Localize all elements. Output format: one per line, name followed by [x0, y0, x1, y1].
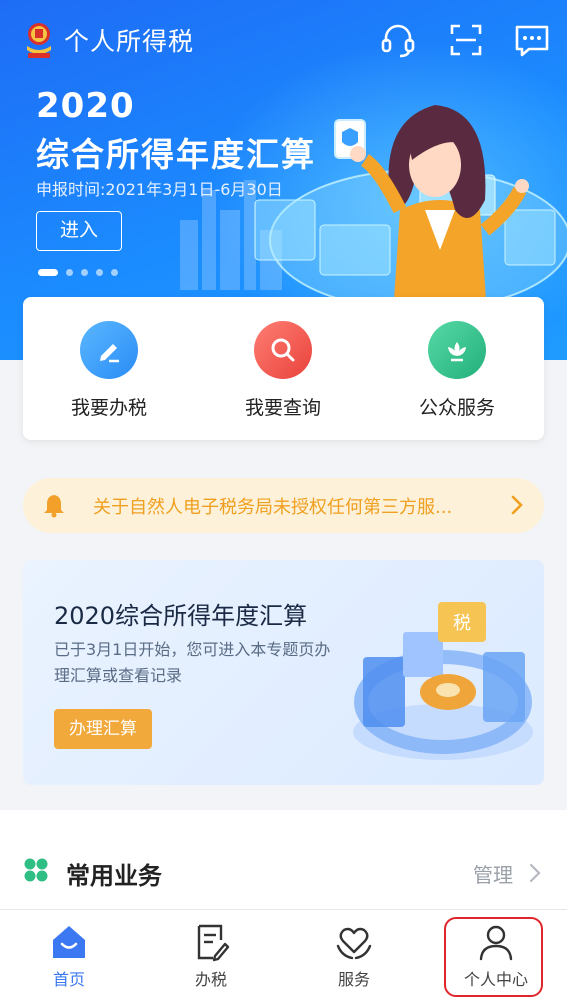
- tab-service[interactable]: 服务: [304, 922, 404, 990]
- app-title: 个人所得税: [64, 27, 195, 56]
- promo-illustration: 税: [343, 582, 543, 772]
- quick-action-public[interactable]: 公众服务: [387, 321, 527, 420]
- process-settlement-button[interactable]: 办理汇算: [54, 709, 152, 749]
- pen-icon: [80, 321, 138, 379]
- bell-icon: [41, 492, 67, 518]
- promo-title: 2020综合所得年度汇算: [54, 602, 308, 630]
- tab-tax[interactable]: 办税: [161, 922, 261, 990]
- carousel-dot[interactable]: [81, 268, 88, 276]
- document-edit-icon: [197, 924, 230, 962]
- enter-button[interactable]: 进入: [36, 211, 122, 251]
- heart-hands-icon: [336, 927, 372, 960]
- tab-highlight-box: [444, 917, 543, 997]
- carousel-dot[interactable]: [96, 268, 103, 276]
- common-services-title: 常用业务: [66, 862, 162, 890]
- carousel-dot[interactable]: [111, 268, 118, 276]
- chevron-right-icon[interactable]: [529, 863, 541, 883]
- carousel-dot[interactable]: [38, 268, 58, 276]
- home-icon: [53, 926, 85, 958]
- tab-label: 首页: [52, 970, 85, 989]
- magnifier-icon: [254, 321, 312, 379]
- quick-action-tax[interactable]: 我要办税: [39, 321, 179, 420]
- tax-emblem-icon: [22, 20, 56, 60]
- bottom-tab-bar: 首页 办税 服务 个人中心: [0, 909, 567, 1007]
- quick-action-label: 我要查询: [244, 397, 321, 419]
- annual-settlement-card[interactable]: 2020综合所得年度汇算 已于3月1日开始，您可进入本专题页办理汇算或查看记录 …: [23, 560, 544, 785]
- promo-description: 已于3月1日开始，您可进入本专题页办理汇算或查看记录: [54, 640, 331, 685]
- carousel-dot[interactable]: [66, 268, 73, 276]
- quick-action-label: 我要办税: [70, 397, 147, 419]
- tab-label: 办税: [194, 970, 227, 989]
- headset-icon[interactable]: [378, 20, 418, 60]
- tab-label: 服务: [337, 970, 370, 989]
- common-services-section: 常用业务 管理: [0, 810, 567, 910]
- quick-actions-card: 我要办税 我要查询 公众服务: [23, 297, 544, 440]
- notice-bar[interactable]: 关于自然人电子税务局未授权任何第三方服...: [23, 478, 544, 533]
- top-bar: 个人所得税: [0, 0, 567, 80]
- notice-text: 关于自然人电子税务局未授权任何第三方服...: [93, 497, 453, 518]
- lotus-icon: [428, 321, 486, 379]
- quick-action-query[interactable]: 我要查询: [213, 321, 353, 420]
- four-leaf-icon: [23, 857, 49, 883]
- hero-year: 2020: [36, 86, 135, 126]
- message-icon[interactable]: [512, 20, 552, 60]
- promo-illus-tag: 税: [453, 613, 471, 634]
- carousel-indicator[interactable]: [38, 268, 118, 276]
- tab-home[interactable]: 首页: [19, 922, 119, 990]
- scan-icon[interactable]: [446, 20, 486, 60]
- chevron-right-icon: [510, 494, 524, 516]
- quick-action-label: 公众服务: [418, 397, 495, 419]
- manage-link[interactable]: 管理: [473, 859, 513, 888]
